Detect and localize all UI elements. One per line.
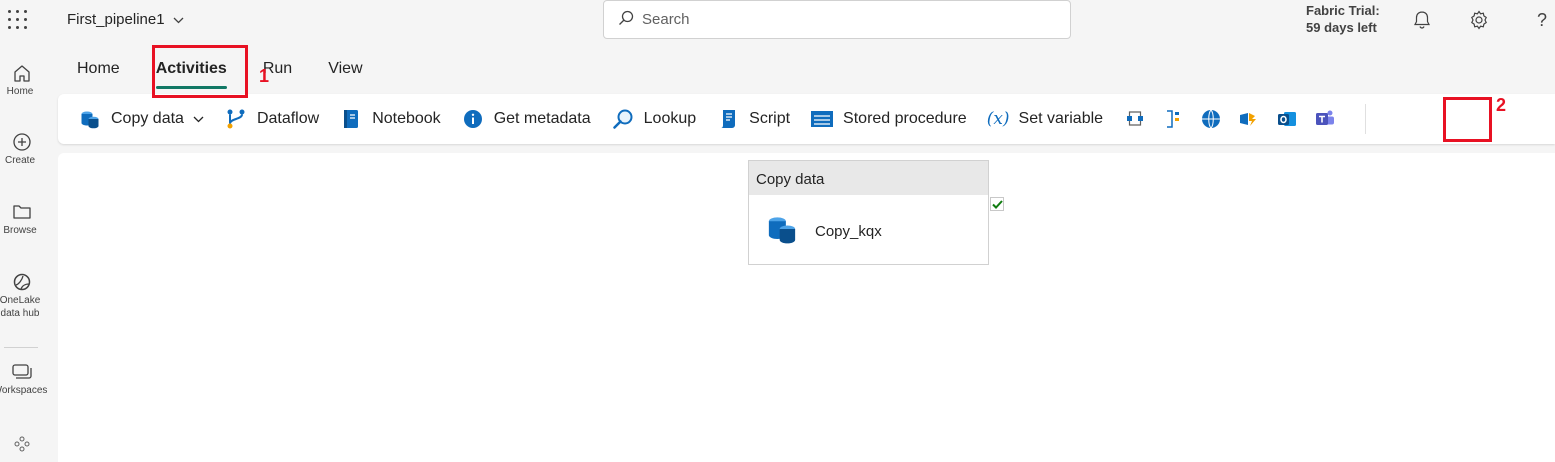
dataflow-button[interactable]: Dataflow (224, 107, 319, 131)
outlook-icon[interactable] (1275, 107, 1299, 131)
copy-data-label: Copy data (111, 110, 184, 127)
stored-procedure-button[interactable]: Stored procedure (810, 107, 967, 131)
teams-icon[interactable] (1313, 107, 1337, 131)
top-bar: First_pipeline1 Search Fabric Trial: 59 … (0, 0, 1555, 42)
activities-ribbon: Copy data Dataflow Notebook Get metadata… (58, 94, 1555, 144)
trial-status[interactable]: Fabric Trial: 59 days left (1306, 2, 1380, 36)
get-metadata-button[interactable]: Get metadata (461, 107, 591, 131)
dataflow-icon (224, 107, 248, 131)
rail-label-browse: Browse (3, 225, 37, 236)
activity-type-label: Copy data (749, 161, 988, 195)
activity-success-checkbox[interactable] (990, 197, 1004, 211)
trial-label: Fabric Trial: (1306, 3, 1380, 18)
ribbon-divider (1365, 104, 1367, 134)
chevron-down-icon (173, 13, 184, 27)
info-icon (461, 107, 485, 131)
folder-icon (0, 200, 44, 224)
stored-procedure-label: Stored procedure (843, 110, 967, 127)
rail-label-home: Home (6, 86, 34, 97)
lookup-button[interactable]: Lookup (611, 107, 697, 131)
get-metadata-label: Get metadata (493, 110, 591, 127)
rail-item-onelake[interactable]: OneLake data hub (0, 270, 44, 320)
lookup-label: Lookup (643, 110, 697, 127)
bell-icon[interactable] (1410, 8, 1434, 32)
annotation-number-1: 1 (259, 66, 270, 86)
copy-data-icon (78, 107, 102, 131)
trial-days-left: 59 days left (1306, 20, 1377, 35)
variable-icon: (x) (986, 109, 1010, 129)
rail-label-onelake: OneLake (0, 295, 41, 306)
rail-divider (4, 347, 38, 348)
pipeline-name: First_pipeline1 (67, 11, 165, 28)
azure-function-icon[interactable] (1237, 107, 1261, 131)
notebook-icon (339, 107, 363, 131)
plus-circle-icon (0, 130, 44, 154)
search-icon (618, 10, 634, 30)
copy-data-activity[interactable]: Copy data Copy_kqx (748, 160, 989, 265)
search-input[interactable]: Search (603, 0, 1071, 39)
dataflow-label: Dataflow (256, 110, 320, 127)
tab-home[interactable]: Home (59, 52, 138, 92)
chevron-down-icon (193, 110, 204, 128)
search-placeholder: Search (642, 11, 690, 28)
tab-run[interactable]: Run (245, 52, 310, 92)
rail-item-workspaces[interactable]: Workspaces (0, 360, 47, 397)
highlight-box-activities (152, 45, 248, 98)
help-icon[interactable]: ? (1530, 8, 1554, 32)
rail-label-onelake-2: data hub (0, 308, 40, 319)
activity-name: Copy_kqx (815, 222, 882, 240)
people-group-icon (0, 432, 44, 456)
rail-item-workspace-more[interactable] (0, 432, 44, 456)
set-variable-label: Set variable (1018, 110, 1104, 127)
notebook-label: Notebook (372, 110, 441, 127)
script-button[interactable]: Script (716, 107, 790, 131)
rail-label-create: Create (4, 155, 35, 166)
copy-data-button[interactable]: Copy data (78, 107, 204, 131)
tab-view[interactable]: View (310, 52, 380, 92)
home-icon (0, 61, 44, 85)
gear-icon[interactable] (1467, 8, 1491, 32)
rail-item-home[interactable]: Home (0, 61, 44, 98)
rail-item-create[interactable]: Create (0, 130, 44, 167)
rail-item-browse[interactable]: Browse (0, 200, 44, 237)
highlight-box-outlook (1443, 97, 1492, 142)
app-launcher-icon[interactable] (6, 8, 30, 32)
if-condition-icon[interactable] (1161, 107, 1185, 131)
stored-procedure-icon (810, 107, 834, 131)
notebook-button[interactable]: Notebook (339, 107, 441, 131)
web-globe-icon[interactable] (1199, 107, 1223, 131)
script-label: Script (749, 110, 791, 127)
script-icon (716, 107, 740, 131)
set-variable-button[interactable]: (x) Set variable (987, 109, 1103, 129)
pipeline-canvas[interactable]: Copy data Copy_kqx (58, 153, 1555, 462)
pipeline-invoke-icon[interactable] (1123, 107, 1147, 131)
rail-label-workspaces: Workspaces (0, 385, 48, 396)
lookup-icon (611, 107, 635, 131)
workspaces-icon (0, 360, 44, 384)
pipeline-name-dropdown[interactable]: First_pipeline1 (67, 11, 184, 28)
onelake-icon (0, 270, 44, 294)
copy-data-icon (765, 212, 799, 250)
annotation-number-2: 2 (1496, 95, 1507, 115)
left-rail: Home Create Browse OneLake data hub Work… (0, 42, 47, 462)
